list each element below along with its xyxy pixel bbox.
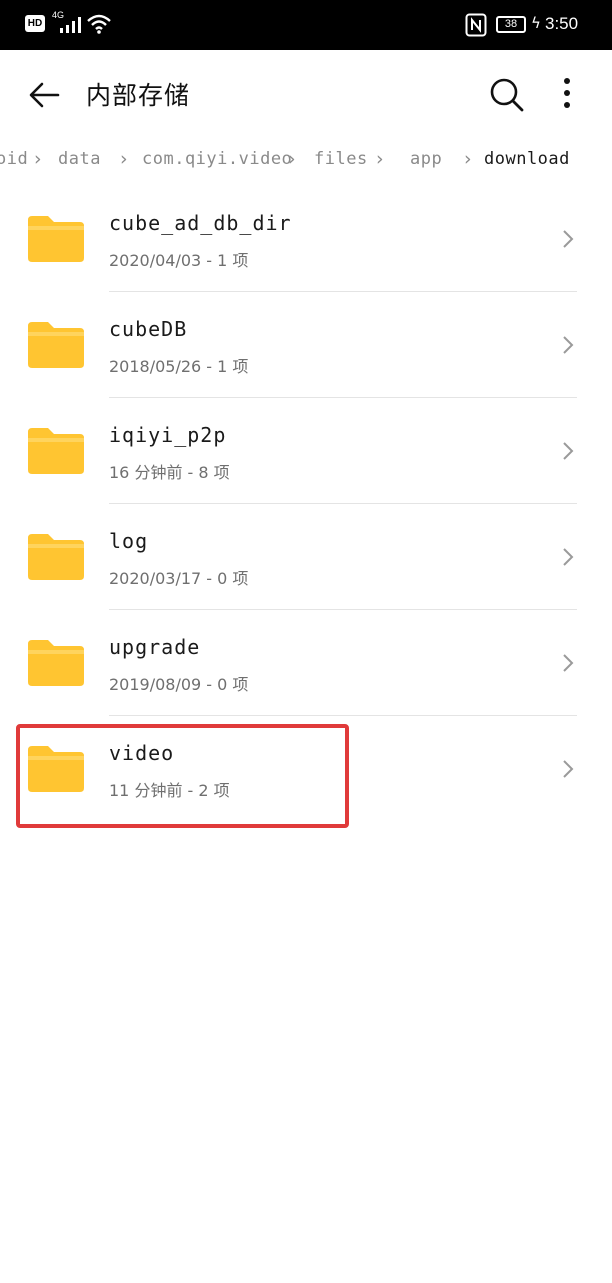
chevron-right-icon bbox=[563, 230, 574, 248]
folder-meta: 2018/05/26 - 1 项 bbox=[109, 357, 249, 376]
breadcrumb-item-android[interactable]: oid bbox=[0, 149, 28, 169]
folder-name: log bbox=[109, 529, 149, 553]
chevron-right-icon bbox=[563, 654, 574, 672]
charging-icon: ϟ bbox=[531, 14, 541, 32]
search-icon[interactable] bbox=[484, 72, 530, 118]
folder-meta: 2019/08/09 - 0 项 bbox=[109, 675, 249, 694]
status-bar: HD 4G 38 ϟ 3:50 bbox=[0, 0, 612, 50]
folder-meta: 2020/03/17 - 0 项 bbox=[109, 569, 249, 588]
list-item[interactable]: log 2020/03/17 - 0 项 bbox=[0, 504, 612, 610]
highlight-box bbox=[16, 724, 349, 828]
app-bar: 内部存储 bbox=[0, 50, 612, 140]
chevron-right-icon: › bbox=[376, 148, 384, 170]
breadcrumb-item-download: download bbox=[484, 149, 570, 169]
folder-icon bbox=[28, 216, 84, 262]
chevron-right-icon: › bbox=[464, 148, 472, 170]
list-item[interactable]: cube_ad_db_dir 2020/04/03 - 1 项 bbox=[0, 186, 612, 292]
chevron-right-icon: › bbox=[34, 148, 42, 170]
chevron-right-icon bbox=[563, 336, 574, 354]
breadcrumb-item-files[interactable]: files bbox=[314, 149, 368, 169]
nfc-icon bbox=[465, 13, 487, 37]
list-item[interactable]: upgrade 2019/08/09 - 0 项 bbox=[0, 610, 612, 716]
folder-icon bbox=[28, 428, 84, 474]
chevron-right-icon bbox=[563, 760, 574, 778]
list-item[interactable]: cubeDB 2018/05/26 - 1 项 bbox=[0, 292, 612, 398]
chevron-right-icon: › bbox=[288, 148, 296, 170]
folder-meta: 2020/04/03 - 1 项 bbox=[109, 251, 249, 270]
chevron-right-icon: › bbox=[120, 148, 128, 170]
back-arrow-icon[interactable] bbox=[22, 72, 68, 118]
breadcrumb: oid › data › com.qiyi.video › files › ap… bbox=[0, 140, 612, 184]
wifi-icon bbox=[87, 14, 111, 34]
folder-meta: 16 分钟前 - 8 项 bbox=[109, 463, 230, 482]
page-title: 内部存储 bbox=[86, 81, 191, 110]
list-item[interactable]: iqiyi_p2p 16 分钟前 - 8 项 bbox=[0, 398, 612, 504]
more-vert-icon[interactable] bbox=[550, 72, 584, 118]
folder-name: upgrade bbox=[109, 635, 201, 659]
chevron-right-icon bbox=[563, 442, 574, 460]
folder-icon bbox=[28, 322, 84, 368]
folder-name: cube_ad_db_dir bbox=[109, 211, 292, 235]
folder-name: cubeDB bbox=[109, 317, 188, 341]
breadcrumb-item-app[interactable]: app bbox=[410, 149, 442, 169]
folder-icon bbox=[28, 640, 84, 686]
hd-badge: HD bbox=[25, 15, 45, 32]
breadcrumb-item-data[interactable]: data bbox=[58, 149, 101, 169]
folder-icon bbox=[28, 534, 84, 580]
breadcrumb-item-com-qiyi-video[interactable]: com.qiyi.video bbox=[142, 149, 292, 169]
clock: 3:50 bbox=[545, 14, 579, 33]
battery-icon: 38 bbox=[496, 16, 526, 33]
chevron-right-icon bbox=[563, 548, 574, 566]
signal-icon bbox=[60, 17, 81, 33]
folder-name: iqiyi_p2p bbox=[109, 423, 227, 447]
